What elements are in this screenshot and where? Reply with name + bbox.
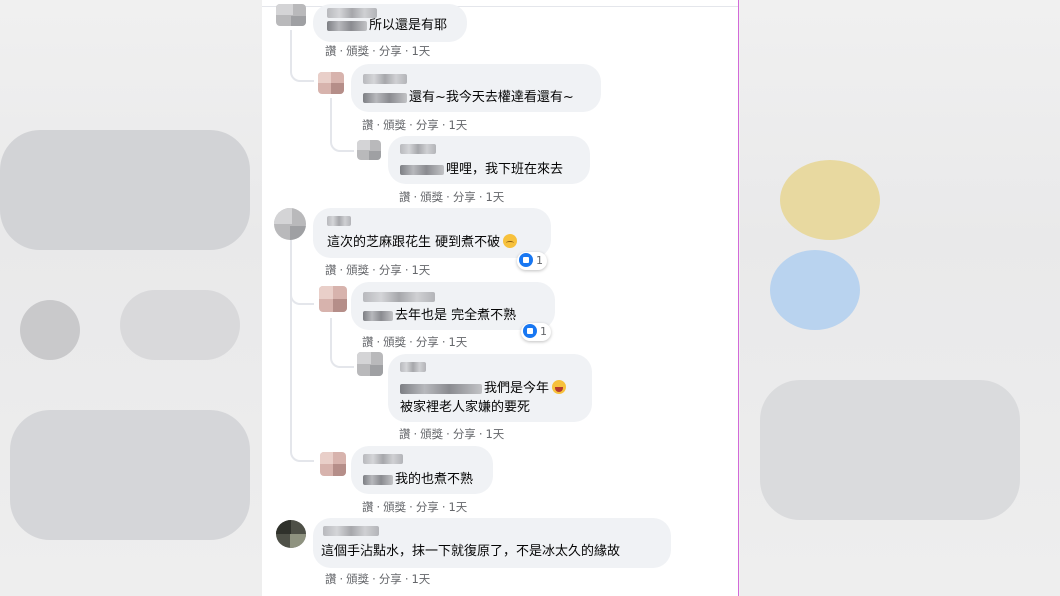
laughing-emoji-icon [552,380,567,394]
comment-text: 這次的芝麻跟花生 硬到煮不破 [327,234,518,251]
thread-curve [290,440,314,462]
comment-bubble: 還有~我今天去權達看還有~ [351,64,601,112]
commenter-name[interactable] [327,216,351,226]
commenter-name[interactable] [363,454,403,464]
like-action[interactable]: 讚 [325,262,337,278]
comment-bubble: 這個手沾點水，抹一下就復原了，不是冰太久的緣故 [313,518,671,568]
comment-actions: 讚 · 頒獎 · 分享 · 1天 [362,334,468,350]
timestamp[interactable]: 1天 [485,189,504,205]
award-action[interactable]: 頒獎 [420,189,443,205]
share-action[interactable]: 分享 [379,43,402,59]
award-action[interactable]: 頒獎 [420,426,443,442]
comment-text: 這個手沾點水，抹一下就復原了，不是冰太久的緣故 [321,544,621,559]
blurred-background-left [0,0,262,596]
comment-bubble: 所以還是有耶 [313,4,467,42]
comment-actions: 讚 · 頒獎 · 分享 · 1天 [399,189,505,205]
like-icon [519,253,533,267]
thread-curve [330,130,354,152]
comment-text-line1: 我們是今年 [400,380,567,397]
share-action[interactable]: 分享 [416,499,439,515]
comment-actions: 讚 · 頒獎 · 分享 · 1天 [399,426,505,442]
timestamp[interactable]: 1天 [448,499,467,515]
thread-curve [330,348,354,368]
avatar[interactable] [357,352,383,376]
thread-line [290,240,292,450]
timestamp[interactable]: 1天 [485,426,504,442]
share-action[interactable]: 分享 [416,334,439,350]
comment-bubble: 哩哩，我下班在來去 [388,136,590,184]
commenter-name[interactable] [363,74,407,84]
award-action[interactable]: 頒獎 [346,43,369,59]
thread-curve [290,60,314,82]
comment-actions: 讚 · 頒獎 · 分享 · 1天 [325,43,431,59]
commenter-name[interactable] [400,362,426,372]
award-action[interactable]: 頒獎 [383,117,406,133]
comment-actions: 讚 · 頒獎 · 分享 · 1天 [362,499,468,515]
like-icon [523,324,537,338]
award-action[interactable]: 頒獎 [346,571,369,587]
share-action[interactable]: 分享 [379,571,402,587]
thread-curve [290,285,314,305]
comment-actions: 讚 · 頒獎 · 分享 · 1天 [325,571,431,587]
like-action[interactable]: 讚 [399,426,411,442]
comment-bubble: 我們是今年 被家裡老人家嫌的要死 [388,354,592,422]
avatar[interactable] [274,208,306,240]
comment-text: 哩哩，我下班在來去 [400,162,563,178]
comment-text-line2: 被家裡老人家嫌的要死 [400,400,531,415]
avatar[interactable] [318,72,344,94]
blurred-background-right [740,0,1060,596]
comment-bubble: 我的也煮不熟 [351,446,493,494]
commenter-name[interactable] [363,292,435,302]
sad-emoji-icon [503,234,518,248]
like-action[interactable]: 讚 [325,43,337,59]
like-action[interactable]: 讚 [362,117,374,133]
comment-text: 還有~我今天去權達看還有~ [363,90,574,106]
comment-text: 所以還是有耶 [327,18,447,34]
share-action[interactable]: 分享 [379,262,402,278]
like-action[interactable]: 讚 [399,189,411,205]
avatar[interactable] [357,140,381,160]
commenter-name[interactable] [400,144,436,154]
timestamp[interactable]: 1天 [411,43,430,59]
comment-actions: 讚 · 頒獎 · 分享 · 1天 [325,262,431,278]
comment-bubble: 去年也是 完全煮不熟 [351,282,555,330]
award-action[interactable]: 頒獎 [383,499,406,515]
timestamp[interactable]: 1天 [448,117,467,133]
like-action[interactable]: 讚 [362,499,374,515]
commenter-name[interactable] [327,8,377,18]
avatar[interactable] [276,520,306,548]
award-action[interactable]: 頒獎 [383,334,406,350]
avatar[interactable] [320,452,346,476]
commenter-name[interactable] [323,526,379,536]
avatar[interactable] [319,286,347,312]
reaction-count[interactable]: 1 [517,252,547,270]
comment-bubble: 這次的芝麻跟花生 硬到煮不破 [313,208,551,258]
share-action[interactable]: 分享 [453,426,476,442]
like-action[interactable]: 讚 [325,571,337,587]
timestamp[interactable]: 1天 [448,334,467,350]
award-action[interactable]: 頒獎 [346,262,369,278]
like-action[interactable]: 讚 [362,334,374,350]
comment-text: 我的也煮不熟 [363,472,473,488]
avatar[interactable] [276,4,306,26]
comment-text: 去年也是 完全煮不熟 [363,308,516,324]
share-action[interactable]: 分享 [453,189,476,205]
share-action[interactable]: 分享 [416,117,439,133]
comment-actions: 讚 · 頒獎 · 分享 · 1天 [362,117,468,133]
reaction-count[interactable]: 1 [521,323,551,341]
timestamp[interactable]: 1天 [411,262,430,278]
timestamp[interactable]: 1天 [411,571,430,587]
